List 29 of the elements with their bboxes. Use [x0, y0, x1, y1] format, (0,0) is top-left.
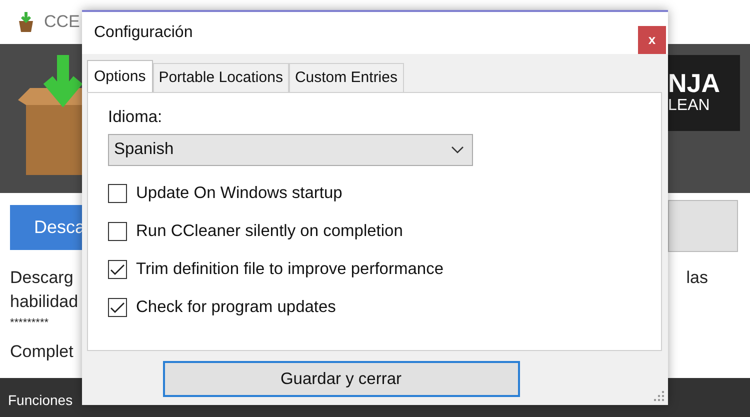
checkbox[interactable] [108, 260, 127, 280]
language-dropdown[interactable]: Spanish [108, 134, 473, 166]
body-text: Complet [10, 341, 74, 363]
window-title: CCE [44, 11, 80, 34]
chevron-down-icon [451, 146, 464, 154]
body-text: Descarg [10, 267, 74, 289]
checkbox-label: Trim definition file to improve performance [136, 259, 444, 280]
body-text: habilidad [10, 291, 78, 313]
banner-subtext: LEAN [668, 96, 710, 116]
bottom-tab[interactable]: Funciones [8, 390, 73, 411]
checkbox[interactable] [108, 184, 127, 204]
app-icon [16, 11, 36, 33]
banner-text: NJA [668, 70, 720, 96]
close-button[interactable]: x [638, 26, 666, 54]
checkbox-label: Run CCleaner silently on completion [136, 221, 403, 242]
save-button[interactable]: Guardar y cerrar [162, 361, 520, 397]
checkbox[interactable] [108, 222, 127, 242]
language-label: Idioma: [108, 107, 164, 128]
resize-grip-icon [653, 390, 665, 402]
checkbox-label: Check for program updates [136, 297, 336, 318]
tab[interactable]: Portable Locations [152, 62, 289, 92]
checkbox-label: Update On Windows startup [136, 183, 342, 204]
tab[interactable]: Options [87, 60, 153, 92]
dropdown-value: Spanish [114, 139, 174, 160]
dialog-title: Configuración [94, 23, 193, 43]
tab[interactable]: Custom Entries [288, 62, 404, 92]
body-text: ********* [10, 316, 49, 331]
body-text: las [686, 267, 708, 289]
checkbox[interactable] [108, 298, 127, 318]
